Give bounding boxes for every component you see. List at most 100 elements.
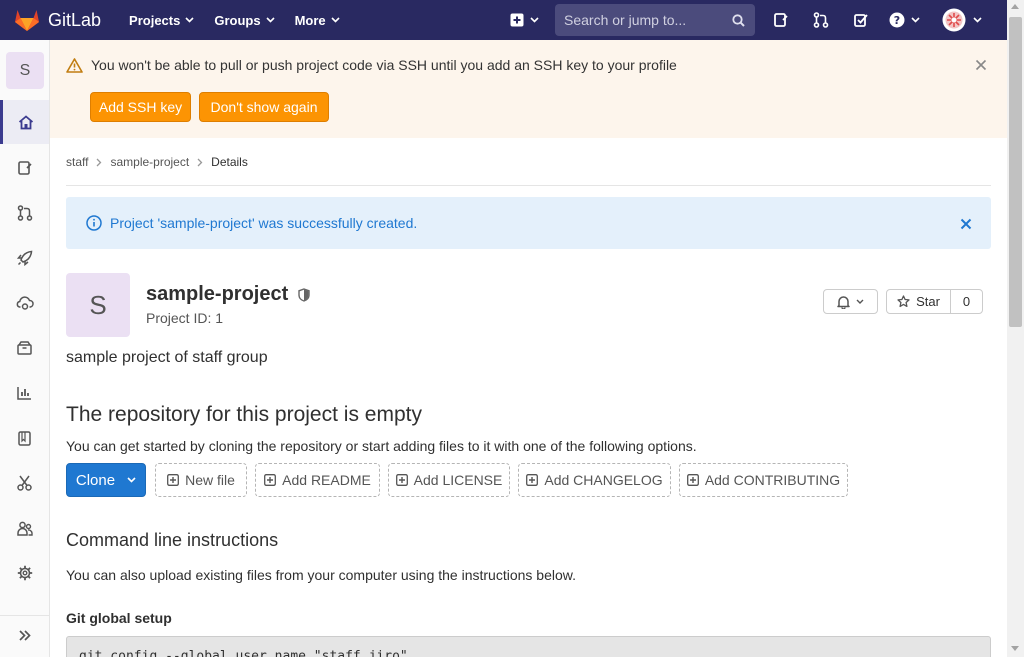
merge-request-icon	[17, 205, 32, 221]
sidebar-item-snippets[interactable]	[0, 461, 49, 505]
breadcrumb-divider	[66, 185, 991, 186]
top-navbar: GitLab Projects Groups More Search or ju…	[0, 0, 1007, 40]
git-global-setup-title: Git global setup	[66, 610, 172, 626]
add-changelog-label: Add CHANGELOG	[544, 472, 663, 488]
project-avatar-letter: S	[89, 289, 107, 320]
notification-settings-button[interactable]	[823, 289, 878, 314]
project-title: sample-project	[146, 283, 310, 306]
flash-notice: Project 'sample-project' was successfull…	[66, 197, 991, 249]
add-license-button[interactable]: Add LICENSE	[388, 463, 510, 497]
breadcrumb: staff sample-project Details	[66, 155, 248, 169]
gitlab-tanuki-icon	[15, 10, 39, 31]
close-icon	[960, 218, 972, 230]
more-menu[interactable]: More	[295, 13, 340, 28]
close-icon	[975, 59, 987, 71]
user-menu-button[interactable]	[942, 8, 982, 32]
groups-menu[interactable]: Groups	[214, 12, 275, 28]
star-button[interactable]: Star	[887, 290, 951, 313]
sidebar-item-members[interactable]	[0, 506, 49, 550]
sidebar-item-ci-cd[interactable]	[0, 236, 49, 280]
projects-menu[interactable]: Projects	[129, 13, 194, 28]
sidebar-item-analytics[interactable]	[0, 371, 49, 415]
add-readme-button[interactable]: Add README	[255, 463, 380, 497]
scissors-icon	[17, 475, 32, 491]
projects-menu-label: Projects	[129, 12, 181, 28]
chevron-down-icon	[530, 17, 539, 23]
sidebar-project-avatar[interactable]: S	[6, 52, 44, 89]
new-dropdown-button[interactable]	[510, 13, 539, 27]
scroll-down-arrow[interactable]	[1011, 646, 1019, 651]
project-description: sample project of staff group	[66, 349, 268, 366]
ssh-banner-close-button[interactable]	[975, 58, 987, 74]
todos-button[interactable]	[841, 0, 881, 40]
sidebar-item-wiki[interactable]	[0, 416, 49, 460]
sidebar-item-merge-requests[interactable]	[0, 191, 49, 235]
add-changelog-button[interactable]: Add CHANGELOG	[518, 463, 671, 497]
scroll-thumb[interactable]	[1009, 17, 1022, 327]
clone-button[interactable]: Clone	[66, 463, 146, 497]
book-icon	[18, 430, 31, 446]
empty-repo-title: The repository for this project is empty	[66, 403, 422, 426]
users-icon	[16, 521, 33, 536]
sidebar-item-packages[interactable]	[0, 326, 49, 370]
collapse-sidebar-button[interactable]	[0, 615, 49, 655]
merge-request-icon	[813, 12, 829, 28]
star-count[interactable]: 0	[951, 290, 982, 313]
chevron-down-icon	[331, 17, 340, 23]
new-file-label: New file	[185, 472, 235, 488]
warning-icon	[66, 57, 83, 73]
double-chevron-right-icon	[18, 630, 31, 641]
sidebar-item-issues[interactable]	[0, 146, 49, 190]
issues-icon	[17, 161, 32, 175]
empty-repo-subtitle: You can get started by cloning the repos…	[66, 438, 697, 454]
chevron-down-icon	[266, 17, 275, 23]
bell-icon	[837, 295, 850, 309]
flash-message: Project 'sample-project' was successfull…	[110, 215, 418, 231]
package-icon	[17, 341, 32, 355]
sidebar-project-letter: S	[19, 61, 31, 79]
add-readme-label: Add README	[282, 472, 371, 488]
groups-menu-label: Groups	[214, 12, 261, 28]
search-icon	[732, 13, 745, 27]
new-file-button[interactable]: New file	[155, 463, 247, 497]
search-input[interactable]: Search or jump to...	[555, 4, 755, 36]
help-dropdown-button[interactable]: ?	[889, 12, 920, 28]
breadcrumb-link-project[interactable]: sample-project	[110, 155, 189, 169]
add-contributing-label: Add CONTRIBUTING	[704, 472, 841, 488]
clone-label: Clone	[75, 471, 116, 489]
flash-close-button[interactable]	[960, 217, 972, 233]
brand-name: GitLab	[48, 9, 102, 30]
issues-button[interactable]	[761, 0, 801, 40]
topbar-right: Search or jump to... ?	[510, 0, 982, 40]
ssh-warning-text: You won't be able to pull or push projec…	[91, 57, 677, 73]
user-avatar	[942, 8, 966, 32]
ssh-warning-message: You won't be able to pull or push projec…	[66, 57, 677, 73]
star-icon	[897, 295, 910, 308]
sidebar-item-deployments[interactable]	[0, 281, 49, 325]
sidebar-item-project-overview[interactable]	[0, 100, 49, 144]
star-label: Star	[916, 294, 940, 309]
cli-instructions-title: Command line instructions	[66, 530, 279, 550]
page-scrollbar[interactable]	[1007, 0, 1024, 657]
rocket-icon	[16, 250, 32, 266]
merge-requests-button[interactable]	[801, 0, 841, 40]
breadcrumb-current[interactable]: Details	[211, 155, 248, 169]
question-circle-icon: ?	[889, 12, 905, 28]
gitlab-logo[interactable]: GitLab	[14, 0, 101, 40]
scroll-up-arrow[interactable]	[1011, 4, 1019, 9]
more-menu-label: More	[294, 12, 326, 28]
svg-text:?: ?	[894, 14, 900, 27]
info-icon	[86, 215, 102, 231]
ssh-key-warning-banner: You won't be able to pull or push projec…	[50, 40, 1007, 138]
dont-show-again-button[interactable]: Don't show again	[199, 92, 329, 122]
chart-icon	[17, 387, 31, 400]
chevron-right-icon	[197, 158, 203, 166]
add-contributing-button[interactable]: Add CONTRIBUTING	[679, 463, 848, 497]
plus-square-icon	[395, 474, 408, 486]
breadcrumb-link-staff[interactable]: staff	[66, 155, 88, 169]
git-setup-code-block[interactable]: git config --global user.name "staff jir…	[66, 636, 991, 657]
chevron-right-icon	[97, 158, 102, 166]
add-ssh-key-button[interactable]: Add SSH key	[90, 92, 191, 122]
plus-square-icon	[264, 474, 277, 486]
sidebar-item-settings[interactable]	[0, 551, 49, 595]
